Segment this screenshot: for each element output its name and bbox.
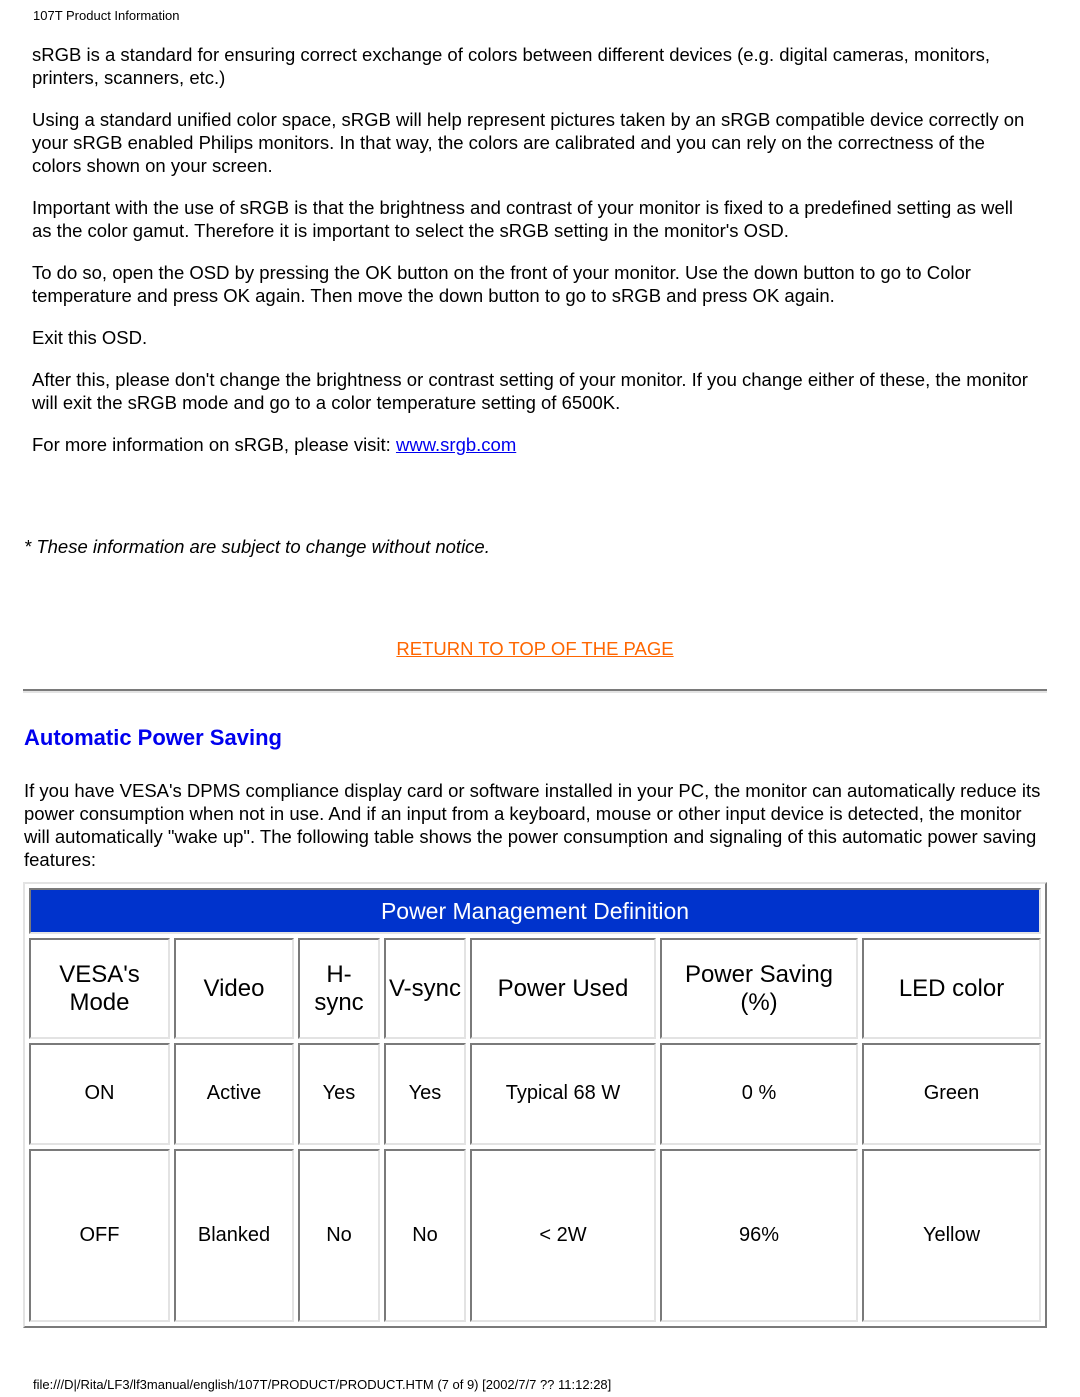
table-row: ON Active Yes Yes Typical 68 W 0 % Green <box>29 1043 1041 1145</box>
section-divider <box>23 689 1047 693</box>
header-vesa-mode: VESA's Mode <box>29 938 170 1040</box>
table-header-row: VESA's Mode Video H-sync V-sync Power Use… <box>29 938 1041 1040</box>
cell-mode: ON <box>29 1043 170 1145</box>
header-led-color: LED color <box>862 938 1041 1040</box>
srgb-paragraph: After this, please don't change the brig… <box>32 369 1028 413</box>
cell-video: Active <box>174 1043 294 1145</box>
header-vsync: V-sync <box>384 938 466 1040</box>
table-caption: Power Management Definition <box>29 888 1041 935</box>
page-header-title: 107T Product Information <box>33 8 180 23</box>
cell-led-color: Green <box>862 1043 1041 1145</box>
power-section-title: Automatic Power Saving <box>24 725 282 750</box>
cell-vsync: No <box>384 1148 466 1322</box>
srgb-paragraph: Using a standard unified color space, sR… <box>32 109 1025 176</box>
cell-vsync: Yes <box>384 1043 466 1145</box>
header-power-saving: Power Saving (%) <box>660 938 858 1040</box>
table-row: OFF Blanked No No < 2W 96% Yellow <box>29 1148 1041 1322</box>
return-to-top-link[interactable]: RETURN TO TOP OF THE PAGE <box>396 638 673 659</box>
cell-led-color: Yellow <box>862 1148 1041 1322</box>
cell-power-saving: 96% <box>660 1148 858 1322</box>
cell-hsync: No <box>298 1148 380 1322</box>
srgb-paragraph: Exit this OSD. <box>32 327 148 348</box>
change-notice: * These information are subject to chang… <box>24 536 490 557</box>
cell-power-used: < 2W <box>470 1148 656 1322</box>
cell-power-saving: 0 % <box>660 1043 858 1145</box>
more-info-line: For more information on sRGB, please vis… <box>32 433 1032 456</box>
header-hsync: H-sync <box>298 938 380 1040</box>
srgb-paragraph: Important with the use of sRGB is that t… <box>32 197 1014 241</box>
power-management-table: Power Management Definition VESA's Mode V… <box>23 882 1047 1328</box>
return-link-container: RETURN TO TOP OF THE PAGE <box>0 638 1070 660</box>
srgb-paragraph: To do so, open the OSD by pressing the O… <box>32 262 971 306</box>
more-info-text: For more information on sRGB, please vis… <box>32 434 396 455</box>
header-power-used: Power Used <box>470 938 656 1040</box>
power-section-intro: If you have VESA's DPMS compliance displ… <box>24 780 1041 870</box>
srgb-paragraph: sRGB is a standard for ensuring correct … <box>32 44 991 88</box>
header-video: Video <box>174 938 294 1040</box>
cell-mode: OFF <box>29 1148 170 1322</box>
cell-power-used: Typical 68 W <box>470 1043 656 1145</box>
page-footer-path: file:///D|/Rita/LF3/lf3manual/english/10… <box>33 1377 612 1392</box>
srgb-website-link[interactable]: www.srgb.com <box>396 434 516 455</box>
cell-hsync: Yes <box>298 1043 380 1145</box>
srgb-section: sRGB is a standard for ensuring correct … <box>32 43 1032 475</box>
cell-video: Blanked <box>174 1148 294 1322</box>
